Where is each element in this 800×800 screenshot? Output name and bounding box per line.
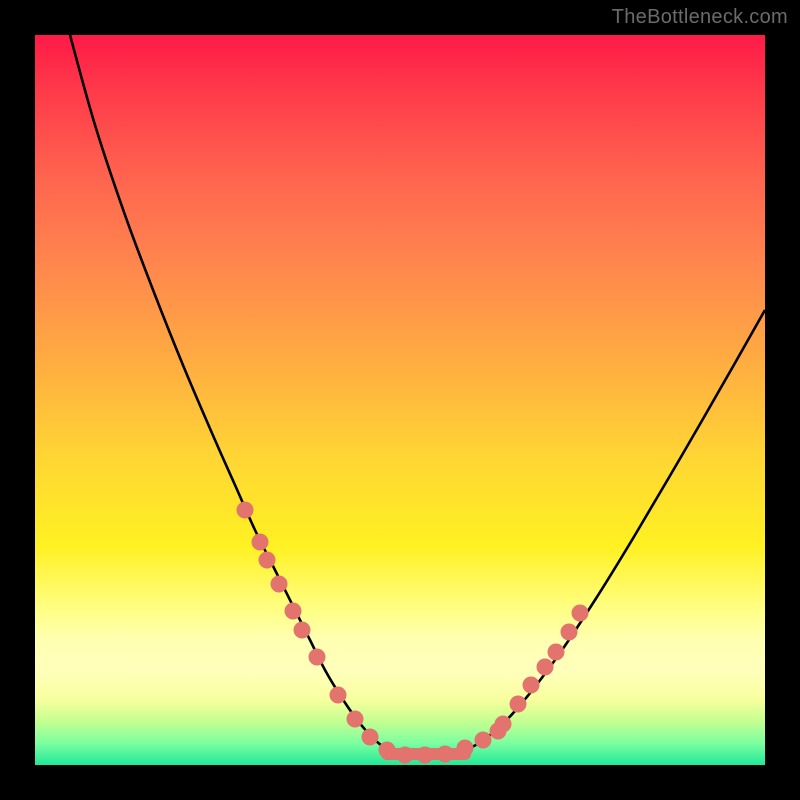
data-marker [379,742,396,759]
data-marker [548,644,565,661]
watermark-text: TheBottleneck.com [612,6,788,29]
data-marker [294,622,311,639]
data-marker [417,747,434,764]
data-marker [510,696,527,713]
data-marker [495,716,512,733]
data-marker [237,502,254,519]
curve-layer [35,35,765,765]
gradient-plot-area [35,35,765,765]
data-marker [561,624,578,641]
data-marker [285,603,302,620]
data-marker [259,552,276,569]
data-marker [475,732,492,749]
chart-frame: TheBottleneck.com [0,0,800,800]
data-marker [252,534,269,551]
data-marker [537,659,554,676]
data-marker [572,605,589,622]
data-marker [271,576,288,593]
bottleneck-curve [70,35,765,755]
data-marker [347,711,364,728]
data-marker [523,677,540,694]
data-marker [309,649,326,666]
data-marker [437,746,454,763]
data-marker [457,740,474,757]
data-marker [330,687,347,704]
data-marker [362,729,379,746]
data-marker [397,747,414,764]
